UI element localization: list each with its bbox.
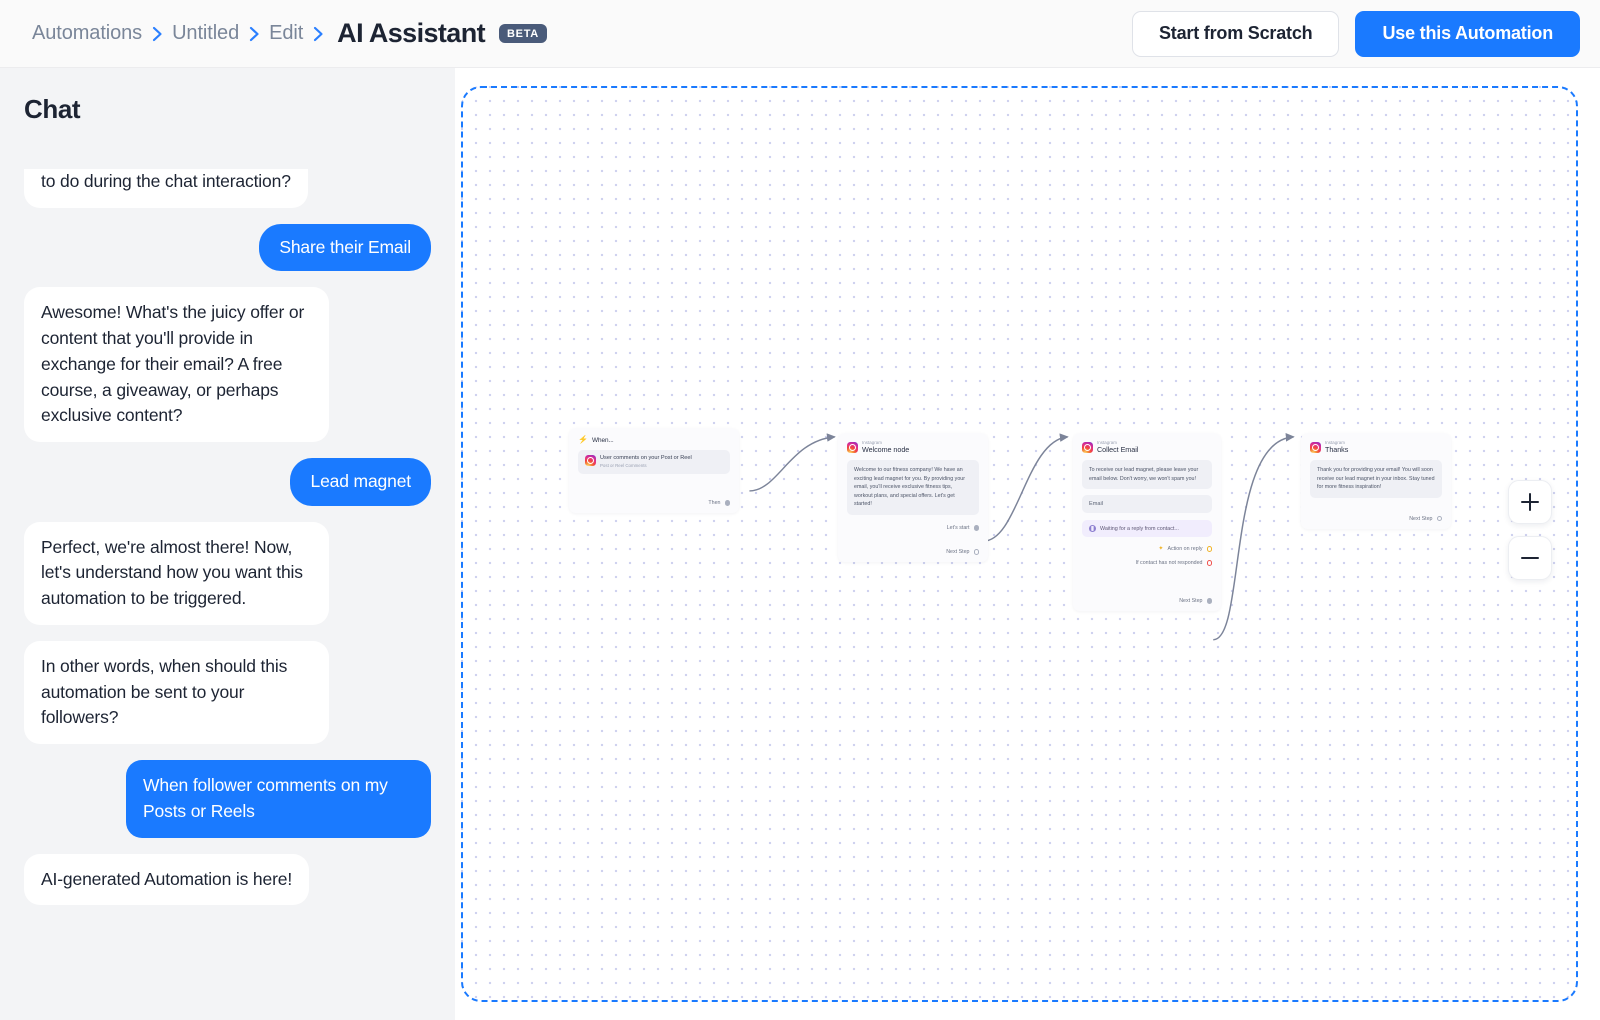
collect-email-input[interactable]: Email: [1082, 495, 1212, 514]
beta-badge: BETA: [499, 24, 547, 43]
chat-message-row: When follower comments on my Posts or Re…: [24, 760, 431, 838]
chat-panel: Chat to do during the chat interaction? S…: [0, 68, 455, 1020]
chat-message-user: Lead magnet: [290, 458, 431, 506]
collect-email-node-header: Instagram Collect Email: [1082, 440, 1212, 454]
thanks-node-header: Instagram Thanks: [1310, 440, 1442, 454]
ai-assistant-page: Automations Untitled Edit AI Assistant B…: [0, 0, 1600, 1020]
chat-message-user: When follower comments on my Posts or Re…: [126, 760, 431, 838]
breadcrumb-item-untitled[interactable]: Untitled: [172, 22, 239, 45]
welcome-button-label: Let's start: [946, 524, 970, 531]
breadcrumb: Automations Untitled Edit AI Assistant B…: [32, 18, 1132, 49]
welcome-node-button[interactable]: Let's start: [847, 525, 979, 531]
collect-email-waiting-label: Waiting for a reply from contact...: [1100, 525, 1179, 532]
flow-nodes: ⚡ When... User comments on your Post or …: [463, 88, 1576, 1000]
thanks-node-title: Thanks: [1325, 444, 1349, 454]
action-on-reply-label: Action on reply: [1167, 546, 1203, 553]
collect-email-next-step[interactable]: Next Step: [1082, 598, 1212, 604]
trigger-node-header: ⚡ When...: [578, 436, 730, 444]
welcome-next-step-label: Next Step: [946, 548, 970, 555]
trigger-node-output[interactable]: Then: [578, 500, 730, 506]
chat-message-bot: AI-generated Automation is here!: [24, 853, 310, 906]
trigger-item-subtitle: Post or Reel Comments: [600, 463, 647, 469]
header-actions: Start from Scratch Use this Automation: [1132, 10, 1580, 57]
app-header: Automations Untitled Edit AI Assistant B…: [0, 0, 1600, 68]
chat-panel-title: Chat: [24, 94, 81, 124]
lightning-bolt-icon: ⚡: [578, 435, 588, 444]
sparkle-icon: ✦: [1158, 546, 1164, 553]
chat-message-row: Perfect, we're almost there! Now, let's …: [24, 521, 431, 625]
collect-email-action-on-reply[interactable]: ✦ Action on reply: [1082, 546, 1212, 552]
zoom-out-button[interactable]: [1508, 536, 1552, 580]
instagram-icon: [1082, 441, 1093, 453]
chat-message-bot: Awesome! What's the juicy offer or conte…: [24, 287, 329, 443]
minus-icon: [1521, 557, 1539, 559]
pause-icon: ❚❚: [1088, 525, 1097, 533]
thanks-next-step-label: Next Step: [1409, 515, 1433, 522]
trigger-item-title: User comments on your Post or Reel: [600, 455, 692, 461]
output-handle-dot[interactable]: [724, 500, 730, 506]
welcome-node-next-step[interactable]: Next Step: [847, 549, 979, 555]
chevron-right-icon: [303, 24, 333, 44]
welcome-node-title: Welcome node: [862, 444, 910, 454]
breadcrumb-item-automations[interactable]: Automations: [32, 22, 142, 45]
chat-message-row: Share their Email: [24, 223, 431, 272]
chevron-right-icon: [239, 24, 269, 44]
thanks-node-message: Thank you for providing your email! You …: [1310, 459, 1442, 498]
instagram-icon: [847, 441, 858, 453]
page-title: AI Assistant: [337, 18, 486, 48]
next-step-handle-dot[interactable]: [1436, 515, 1442, 522]
flow-node-thanks[interactable]: Instagram Thanks Thank you for providing…: [1301, 433, 1451, 529]
trigger-node-item[interactable]: User comments on your Post or Reel Post …: [578, 450, 730, 474]
use-this-automation-button[interactable]: Use this Automation: [1355, 10, 1580, 57]
chat-message-bot: to do during the chat interaction?: [24, 169, 308, 208]
collect-email-node-message: To receive our lead magnet, please leave…: [1082, 459, 1212, 490]
zoom-in-button[interactable]: [1508, 480, 1552, 524]
flow-node-collect-email[interactable]: Instagram Collect Email To receive our l…: [1073, 433, 1221, 612]
output-handle-dot[interactable]: [973, 525, 979, 531]
not-responded-handle-dot[interactable]: [1206, 560, 1212, 566]
automation-canvas[interactable]: ⚡ When... User comments on your Post or …: [461, 86, 1578, 1002]
breadcrumb-item-edit[interactable]: Edit: [269, 22, 303, 45]
chat-message-user: Share their Email: [259, 223, 431, 272]
chat-message-row: Lead magnet: [24, 458, 431, 506]
next-step-handle-dot[interactable]: [1206, 598, 1212, 604]
chevron-right-icon: [142, 24, 172, 44]
next-step-handle-dot[interactable]: [973, 549, 979, 555]
chat-message-bot: In other words, when should this automat…: [24, 640, 329, 745]
instagram-icon: [1310, 441, 1321, 453]
action-on-reply-handle-dot[interactable]: [1206, 546, 1212, 552]
thanks-node-next-step[interactable]: Next Step: [1310, 516, 1442, 522]
not-responded-label: If contact has not responded: [1135, 560, 1203, 567]
automation-canvas-wrapper: ⚡ When... User comments on your Post or …: [455, 68, 1600, 1020]
chat-message-row: In other words, when should this automat…: [24, 640, 431, 745]
chat-message-bot: Perfect, we're almost there! Now, let's …: [24, 521, 329, 625]
chat-message-list[interactable]: to do during the chat interaction? Share …: [24, 125, 431, 1020]
flow-node-welcome[interactable]: Instagram Welcome node Welcome to our fi…: [838, 433, 988, 562]
collect-email-next-step-label: Next Step: [1179, 598, 1203, 605]
start-from-scratch-button[interactable]: Start from Scratch: [1132, 10, 1340, 57]
zoom-controls: [1508, 480, 1552, 580]
welcome-node-message: Welcome to our fitness company! We have …: [847, 459, 979, 515]
trigger-output-label: Then: [708, 499, 721, 506]
welcome-node-header: Instagram Welcome node: [847, 440, 979, 454]
page-body: Chat to do during the chat interaction? S…: [0, 68, 1600, 1020]
trigger-node-title: When...: [591, 436, 614, 444]
collect-email-node-title: Collect Email: [1097, 444, 1139, 454]
flow-node-trigger[interactable]: ⚡ When... User comments on your Post or …: [569, 428, 739, 513]
collect-email-not-responded[interactable]: If contact has not responded: [1082, 560, 1212, 566]
plus-icon: [1521, 493, 1539, 511]
chat-message-row: Awesome! What's the juicy offer or conte…: [24, 287, 431, 443]
chat-message-row: AI-generated Automation is here!: [24, 853, 431, 906]
collect-email-waiting-state: ❚❚ Waiting for a reply from contact...: [1082, 520, 1212, 538]
instagram-icon: [585, 455, 596, 466]
chat-message-row: to do during the chat interaction?: [24, 169, 431, 208]
